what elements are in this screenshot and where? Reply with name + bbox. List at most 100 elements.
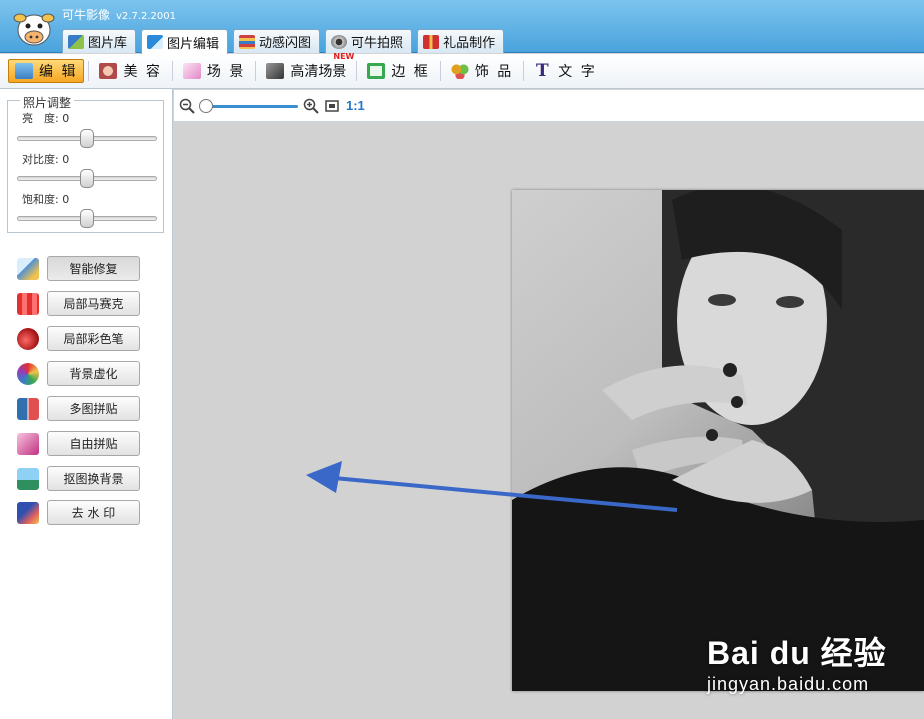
watermark-url: jingyan.baidu.com — [707, 674, 870, 694]
fit-to-window-icon[interactable] — [324, 98, 340, 114]
brightness-slider-knob[interactable] — [80, 129, 94, 148]
function-row-smart-fix: 智能修复 — [17, 256, 140, 281]
contrast-label-text: 对比度: — [22, 153, 59, 166]
function-row-blur: 背景虚化 — [17, 361, 140, 386]
app-title: 可牛影像 v2.7.2.2001 — [62, 6, 176, 23]
contrast-label: 对比度: 0 — [22, 151, 69, 167]
brightness-slider[interactable] — [17, 129, 157, 148]
camera-icon — [331, 34, 348, 49]
cow-logo-icon — [13, 13, 55, 46]
contrast-slider-knob[interactable] — [80, 169, 94, 188]
tab-label: 动感闪图 — [259, 36, 312, 51]
tool-label: 高清场景 — [290, 64, 347, 80]
blur-icon — [17, 362, 39, 385]
zoom-slider[interactable] — [204, 105, 298, 108]
tool-label: 文 字 — [558, 64, 597, 80]
tool-ornament[interactable]: 饰 品 — [445, 59, 519, 83]
zoom-slider-knob[interactable] — [199, 99, 213, 113]
tab-animated[interactable]: 动感闪图 — [233, 29, 321, 53]
function-row-mosaic: 局部马赛克 — [17, 291, 140, 316]
mosaic-button[interactable]: 局部马赛克 — [47, 291, 140, 316]
free-collage-button[interactable]: 自由拼贴 — [47, 431, 140, 456]
tab-camera[interactable]: 可牛拍照 — [325, 29, 413, 53]
tab-label: 可牛拍照 — [351, 36, 404, 51]
tool-text[interactable]: T 文 字 — [528, 59, 602, 83]
brightness-label-text: 亮 度: — [22, 112, 59, 125]
function-row-multi-collage: 多图拼贴 — [17, 396, 140, 421]
function-row-cutout: 抠图换背景 — [17, 466, 140, 491]
remove-watermark-icon — [17, 501, 39, 524]
saturation-label-text: 饱和度: — [22, 193, 59, 206]
edited-photo[interactable] — [512, 190, 924, 691]
tab-label: 图片库 — [88, 36, 128, 51]
gallery-icon — [68, 34, 84, 49]
function-row-color-pen: 局部彩色笔 — [17, 326, 140, 351]
smart-fix-button[interactable]: 智能修复 — [47, 256, 140, 281]
photo-adjust-group: 照片调整 亮 度: 0 对比度: 0 饱和度: 0 — [7, 94, 164, 233]
saturation-label: 饱和度: 0 — [22, 191, 69, 207]
function-row-remove-watermark: 去 水 印 — [17, 500, 140, 525]
new-badge: NEW — [333, 52, 355, 61]
watermark-logo: Bai du 经验 — [707, 635, 887, 671]
title-bar: 可牛影像 v2.7.2.2001 图片库 图片编辑 动感闪图 可牛拍照 礼品制作 — [0, 0, 924, 54]
contrast-value: 0 — [62, 153, 70, 166]
free-collage-icon — [17, 432, 39, 455]
film-icon — [239, 34, 256, 49]
remove-watermark-button[interactable]: 去 水 印 — [47, 500, 140, 525]
tab-label: 礼品制作 — [443, 36, 496, 51]
ornament-icon — [450, 63, 469, 79]
zoom-bar: 1:1 — [174, 90, 924, 122]
tool-separator — [255, 61, 257, 81]
function-row-free-collage: 自由拼贴 — [17, 431, 140, 456]
brightness-label: 亮 度: 0 — [22, 110, 69, 126]
multi-collage-button[interactable]: 多图拼贴 — [47, 396, 140, 421]
text-icon: T — [535, 61, 551, 81]
zoom-out-icon[interactable] — [179, 98, 195, 114]
frame-icon — [367, 63, 386, 79]
mosaic-icon — [17, 292, 39, 315]
zoom-in-icon[interactable] — [303, 98, 319, 114]
photo-content — [512, 190, 924, 691]
tool-bar: 编 辑 美 容 场 景 高清场景 NEW 边 框 饰 品 T 文 字 — [0, 52, 924, 89]
tool-separator — [439, 61, 441, 81]
hd-scene-icon — [266, 63, 285, 79]
tab-gift[interactable]: 礼品制作 — [417, 29, 505, 53]
image-canvas: Bai du 经验 jingyan.baidu.com — [174, 123, 924, 719]
baidu-watermark: Bai du 经验 jingyan.baidu.com — [707, 628, 887, 695]
left-panel: 照片调整 亮 度: 0 对比度: 0 饱和度: 0 智能修复 局部马赛克 局部彩… — [0, 89, 173, 719]
multi-collage-icon — [17, 397, 39, 420]
tab-gallery[interactable]: 图片库 — [62, 29, 137, 53]
tab-image-edit[interactable]: 图片编辑 — [141, 29, 229, 54]
saturation-slider-knob[interactable] — [80, 209, 94, 228]
annotation-arrow-icon — [306, 461, 678, 512]
saturation-value: 0 — [62, 193, 70, 206]
edit-image-icon — [147, 35, 164, 49]
app-name: 可牛影像 — [62, 8, 111, 22]
tool-scene[interactable]: 场 景 — [177, 59, 251, 83]
tool-frame[interactable]: 边 框 — [361, 59, 435, 83]
tool-label: 边 框 — [391, 64, 430, 80]
tool-beauty[interactable]: 美 容 — [93, 59, 167, 83]
beauty-icon — [99, 63, 118, 79]
scene-icon — [182, 63, 201, 79]
contrast-slider[interactable] — [17, 169, 157, 188]
actual-size-button[interactable]: 1:1 — [346, 98, 365, 113]
main-tabs: 图片库 图片编辑 动感闪图 可牛拍照 礼品制作 — [62, 29, 505, 54]
color-pen-button[interactable]: 局部彩色笔 — [47, 326, 140, 351]
tool-label: 场 景 — [206, 64, 246, 80]
tool-separator — [88, 61, 90, 81]
tool-separator — [171, 61, 173, 81]
app-version: v2.7.2.2001 — [116, 11, 177, 22]
smart-fix-icon — [17, 257, 39, 280]
tab-label: 图片编辑 — [167, 36, 220, 52]
cutout-icon — [17, 467, 39, 490]
brightness-value: 0 — [62, 112, 70, 125]
background-blur-button[interactable]: 背景虚化 — [47, 361, 140, 386]
tool-edit[interactable]: 编 辑 — [8, 59, 85, 83]
photo-adjust-title: 照片调整 — [20, 94, 75, 111]
cutout-background-button[interactable]: 抠图换背景 — [47, 466, 140, 491]
tool-hd-scene[interactable]: 高清场景 NEW — [260, 52, 354, 83]
tool-separator — [356, 61, 358, 81]
saturation-slider[interactable] — [17, 209, 157, 228]
tool-label: 编 辑 — [39, 64, 78, 80]
